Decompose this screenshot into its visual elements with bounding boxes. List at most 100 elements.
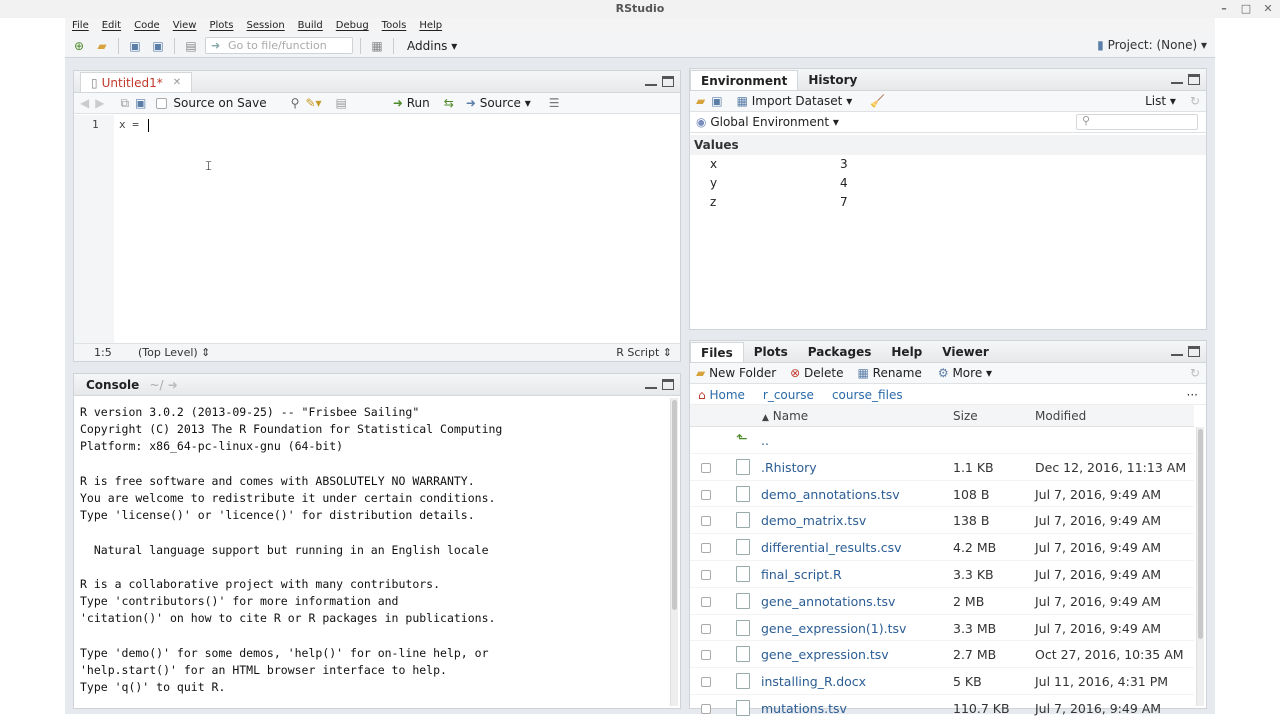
file-name-link[interactable]: gene_expression.tsv: [761, 647, 889, 662]
file-checkbox[interactable]: [701, 623, 711, 634]
minimize-pane-icon[interactable]: [1171, 74, 1183, 84]
code-tools-icon[interactable]: ✎▾: [305, 96, 321, 110]
maximize-window-icon[interactable]: □: [1240, 0, 1252, 18]
minimize-pane-icon[interactable]: [645, 76, 657, 86]
source-button[interactable]: ➜ Source ▾: [466, 96, 531, 110]
file-row[interactable]: gene_annotations.tsv 2 MB Jul 7, 2016, 9:4…: [690, 588, 1194, 615]
file-name-link[interactable]: demo_annotations.tsv: [761, 487, 900, 502]
menu-session[interactable]: Session: [247, 18, 285, 34]
file-name-link[interactable]: .Rhistory: [761, 460, 817, 475]
maximize-pane-icon[interactable]: [662, 379, 674, 390]
console-output[interactable]: R version 3.0.2 (2013-09-25) -- "Frisbee…: [80, 404, 502, 696]
tab-files[interactable]: Files: [690, 342, 744, 362]
file-name-link[interactable]: final_script.R: [761, 567, 842, 582]
file-row[interactable]: mutations.tsv 110.7 KB Jul 7, 2016, 9:49 A…: [690, 695, 1194, 720]
breadcrumb-home[interactable]: ⌂ Home: [698, 388, 745, 402]
tab-packages[interactable]: Packages: [798, 342, 882, 362]
outline-icon[interactable]: ☰: [549, 96, 560, 110]
minimize-pane-icon[interactable]: [645, 379, 657, 389]
tab-untitled1[interactable]: ▯ Untitled1* ✕: [80, 72, 193, 93]
save-all-icon[interactable]: ▣: [149, 38, 167, 54]
maximize-pane-icon[interactable]: [1188, 346, 1200, 357]
code-line[interactable]: x =: [119, 118, 149, 132]
print-icon[interactable]: ▤: [182, 38, 200, 54]
save-workspace-icon[interactable]: ▣: [711, 94, 722, 108]
load-workspace-icon[interactable]: ▰: [696, 94, 705, 108]
global-environment-menu[interactable]: ◉ Global Environment ▾: [696, 115, 839, 129]
file-type-selector[interactable]: R Script ⇕: [616, 344, 672, 362]
file-checkbox[interactable]: [701, 677, 711, 688]
menu-plots[interactable]: Plots: [209, 18, 233, 34]
tab-plots[interactable]: Plots: [744, 342, 798, 362]
file-name-link[interactable]: differential_results.csv: [761, 540, 902, 555]
breadcrumb-r-course[interactable]: r_course: [763, 388, 814, 402]
file-name-link[interactable]: gene_expression(1).tsv: [761, 621, 906, 636]
menu-file[interactable]: File: [72, 18, 89, 34]
file-row[interactable]: .Rhistory 1.1 KB Dec 12, 2016, 11:13 AM: [690, 454, 1194, 481]
close-tab-icon[interactable]: ✕: [173, 73, 181, 93]
files-scroll-thumb[interactable]: [1198, 429, 1203, 639]
file-checkbox[interactable]: [701, 543, 711, 554]
file-name-link[interactable]: gene_annotations.tsv: [761, 594, 895, 609]
refresh-files-icon[interactable]: ↻: [1190, 366, 1200, 380]
minimize-pane-icon[interactable]: [1171, 346, 1183, 356]
tab-history[interactable]: History: [798, 70, 867, 90]
show-in-window-icon[interactable]: ⧉: [120, 96, 129, 111]
menu-code[interactable]: Code: [134, 18, 160, 34]
file-row[interactable]: installing_R.docx 5 KB Jul 11, 2016, 4:31 …: [690, 668, 1194, 695]
file-checkbox[interactable]: [701, 570, 711, 580]
file-name-link[interactable]: mutations.tsv: [761, 701, 847, 716]
file-name-link[interactable]: installing_R.docx: [761, 674, 866, 689]
file-name-link[interactable]: demo_matrix.tsv: [761, 513, 866, 528]
console-path[interactable]: ~/: [149, 378, 163, 392]
console-path-arrow-icon[interactable]: ➜: [168, 378, 178, 392]
more-menu[interactable]: ⚙ More ▾: [938, 366, 992, 380]
file-checkbox[interactable]: [701, 462, 711, 473]
rename-button[interactable]: ▦ Rename: [857, 366, 921, 380]
save-icon[interactable]: ▣: [126, 38, 144, 54]
parent-directory-row[interactable]: ⬑ ..: [690, 427, 1194, 454]
breadcrumb-course-files[interactable]: course_files: [832, 388, 903, 402]
file-row[interactable]: gene_expression(1).tsv 3.3 MB Jul 7, 2016,…: [690, 615, 1194, 642]
tab-environment[interactable]: Environment: [690, 70, 799, 90]
files-scrollbar[interactable]: [1196, 427, 1204, 706]
import-dataset-button[interactable]: ▦ Import Dataset ▾: [737, 94, 853, 108]
open-file-icon[interactable]: ▰: [93, 38, 111, 54]
menu-help[interactable]: Help: [419, 18, 442, 34]
environment-search-input[interactable]: ⚲: [1076, 114, 1198, 130]
scope-selector[interactable]: (Top Level) ⇕: [138, 344, 210, 362]
console-scrollbar[interactable]: [670, 398, 678, 706]
file-row[interactable]: final_script.R 3.3 KB Jul 7, 2016, 9:49 AM: [690, 561, 1194, 588]
file-row[interactable]: gene_expression.tsv 2.7 MB Oct 27, 2016, 1…: [690, 641, 1194, 669]
source-on-save-checkbox[interactable]: [156, 97, 168, 109]
file-checkbox[interactable]: [701, 596, 711, 607]
compile-report-icon[interactable]: ▤: [336, 96, 347, 110]
tab-help[interactable]: Help: [881, 342, 932, 362]
file-checkbox[interactable]: [701, 650, 711, 661]
file-checkbox[interactable]: [701, 516, 711, 527]
pane-layout-icon[interactable]: ▦: [368, 38, 386, 54]
tab-viewer[interactable]: Viewer: [932, 342, 998, 362]
rerun-icon[interactable]: ⇆: [444, 96, 454, 110]
minimize-window-icon[interactable]: –: [1218, 0, 1230, 18]
new-folder-button[interactable]: ▰ New Folder: [696, 366, 776, 380]
save-file-icon[interactable]: ▣: [135, 96, 146, 110]
maximize-pane-icon[interactable]: [1188, 74, 1200, 85]
menu-edit[interactable]: Edit: [102, 18, 121, 34]
forward-arrow-icon[interactable]: ▶: [95, 96, 104, 110]
go-to-file-input[interactable]: ➜ Go to file/function: [205, 37, 353, 54]
refresh-icon[interactable]: ↻: [1190, 94, 1200, 108]
menu-view[interactable]: View: [173, 18, 197, 34]
parent-directory-link[interactable]: ..: [761, 433, 769, 448]
file-row[interactable]: demo_annotations.tsv 108 B Jul 7, 2016, 9:…: [690, 481, 1194, 508]
close-window-icon[interactable]: ✕: [1262, 0, 1274, 18]
file-checkbox[interactable]: [701, 489, 711, 500]
list-view-menu[interactable]: List ▾: [1145, 94, 1176, 108]
column-modified[interactable]: Modified: [1035, 409, 1086, 423]
find-icon[interactable]: ⚲: [291, 96, 300, 110]
breadcrumb-more-icon[interactable]: ···: [1187, 388, 1198, 402]
menu-debug[interactable]: Debug: [336, 18, 369, 34]
column-size[interactable]: Size: [953, 409, 978, 423]
delete-button[interactable]: ⊗ Delete: [790, 366, 843, 380]
console-scroll-thumb[interactable]: [672, 400, 677, 610]
